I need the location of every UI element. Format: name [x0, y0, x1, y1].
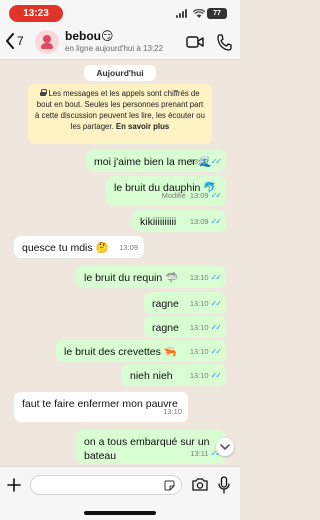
video-call-icon[interactable] [186, 35, 204, 49]
read-ticks-icon: ✓✓ [210, 273, 222, 282]
phone-icon[interactable] [216, 33, 232, 51]
message-meta: 13:10 ✓✓ [189, 371, 222, 380]
date-chip: Aujourd'hui [84, 65, 156, 81]
message-meta: 13:10 ✓✓ [189, 299, 222, 308]
message-bubble[interactable]: ragne 13:10 ✓✓ [144, 316, 226, 338]
message-meta: Modifié 13:09 ✓✓ [161, 191, 222, 200]
plus-icon[interactable] [6, 477, 22, 493]
read-ticks-icon: ✓✓ [210, 347, 222, 356]
read-ticks-icon: ✓✓ [210, 323, 222, 332]
message-meta: 13:09 ✓✓ [189, 217, 222, 226]
edited-label: Modifié [161, 191, 186, 200]
message-meta: 13:10 ✓✓ [189, 273, 222, 282]
message-text: le bruit des crevettes 🦐 [64, 346, 177, 358]
message-bubble[interactable]: nieh nieh 13:10 ✓✓ [122, 364, 226, 386]
message-bubble[interactable]: faut te faire enfermer mon pauvre 13:10 [14, 392, 188, 422]
message-bubble[interactable]: kikiiiiiiiiii 13:09 ✓✓ [132, 210, 226, 232]
message-bubble[interactable]: ragne 13:10 ✓✓ [144, 292, 226, 314]
signal-icon [176, 9, 190, 18]
status-time: 13:23 [9, 5, 63, 22]
message-text: faut te faire enfermer mon pauvre [22, 398, 178, 410]
chat-header: 7 bebou😏 en ligne aujourd'hui à 13:22 [0, 24, 240, 60]
home-indicator [84, 511, 156, 515]
contact-name[interactable]: bebou😏 [65, 29, 114, 43]
wifi-icon [193, 9, 205, 18]
encryption-notice[interactable]: Les messages et les appels sont chiffrés… [28, 84, 212, 144]
message-meta: 13:10 [163, 407, 182, 416]
microphone-icon[interactable] [218, 476, 230, 494]
message-text: kikiiiiiiiiii [140, 216, 177, 228]
read-ticks-icon: ✓✓ [210, 191, 222, 200]
lock-icon [40, 89, 48, 96]
message-text: ragne [152, 322, 179, 334]
message-bubble[interactable]: moi j'aime bien la mer 🌊 13:09 ✓✓ [86, 150, 226, 172]
chevron-down-icon [220, 444, 230, 451]
battery-icon: 77 [207, 8, 227, 19]
read-ticks-icon: ✓✓ [210, 299, 222, 308]
sticker-icon[interactable] [164, 480, 175, 491]
message-text: le bruit du requin 🦈 [84, 272, 179, 284]
avatar[interactable] [35, 30, 59, 54]
chat-area[interactable]: Aujourd'hui Les messages et les appels s… [0, 60, 240, 466]
message-text: quesce tu mdis 🤔 [22, 242, 109, 254]
message-meta: 13:10 ✓✓ [189, 323, 222, 332]
message-input[interactable] [30, 475, 182, 495]
message-bubble[interactable]: le bruit des crevettes 🦐 13:10 ✓✓ [56, 340, 226, 362]
learn-more-link[interactable]: En savoir plus [116, 122, 169, 131]
message-bubble[interactable]: le bruit du dauphin 🐬 Modifié 13:09 ✓✓ [106, 176, 226, 206]
status-bar: 13:23 77 [0, 0, 240, 24]
camera-icon[interactable] [192, 478, 208, 491]
message-meta: 13:09 ✓✓ [189, 157, 222, 166]
read-ticks-icon: ✓✓ [210, 217, 222, 226]
scroll-down-button[interactable] [216, 438, 234, 456]
message-bubble[interactable]: quesce tu mdis 🤔 13:09 [14, 236, 144, 258]
read-ticks-icon: ✓✓ [210, 157, 222, 166]
message-text: nieh nieh [130, 370, 173, 382]
chevron-left-icon[interactable] [5, 32, 15, 50]
message-composer [0, 466, 240, 520]
message-text: ragne [152, 298, 179, 310]
message-bubble[interactable]: le bruit du requin 🦈 13:10 ✓✓ [76, 266, 226, 288]
read-ticks-icon: ✓✓ [210, 371, 222, 380]
unread-count[interactable]: 7 [17, 34, 24, 48]
message-meta: 13:10 ✓✓ [189, 347, 222, 356]
contact-status: en ligne aujourd'hui à 13:22 [65, 44, 164, 53]
message-bubble[interactable]: on a tous embarqué sur un bateau 13:11 ✓✓ [76, 430, 226, 464]
message-meta: 13:09 [119, 243, 138, 252]
